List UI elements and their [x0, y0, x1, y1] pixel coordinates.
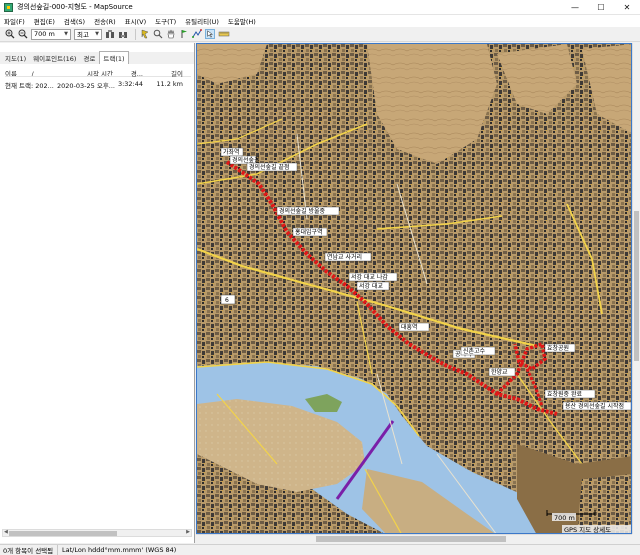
- menu-utility[interactable]: 유틸리티(U): [185, 16, 219, 26]
- track-length: 11.2 km: [156, 80, 183, 88]
- waypoint-label[interactable]: 한양교: [488, 367, 516, 377]
- close-button[interactable]: ✕: [614, 0, 640, 15]
- svg-text:한양교: 한양교: [491, 368, 508, 376]
- send-device-icon[interactable]: [118, 29, 128, 39]
- zoom-out-icon[interactable]: [18, 29, 28, 39]
- road-sign-badge: 6: [220, 294, 236, 305]
- measure-tool-icon[interactable]: [218, 29, 230, 39]
- svg-text:연남교 사거리: 연남교 사거리: [327, 253, 362, 261]
- waypoint-label[interactable]: 용산 경의선숲길 시작점: [562, 401, 631, 411]
- maximize-button[interactable]: ☐: [588, 0, 614, 15]
- waypoint-label[interactable]: 연남교 사거리: [324, 252, 372, 262]
- column-start-time[interactable]: 시작 시간: [57, 68, 115, 76]
- svg-text:서강 대교 나감: 서강 대교 나감: [351, 273, 388, 281]
- chevron-down-icon: ▼: [95, 31, 99, 37]
- waypoint-label[interactable]: 경의선숲길 끝점: [246, 162, 298, 172]
- waypoint-label[interactable]: 대흥역: [398, 322, 430, 332]
- detail-select-value: 최고: [77, 31, 89, 39]
- column-length[interactable]: 길이: [143, 68, 183, 78]
- svg-text:신촌고수: 신촌고수: [463, 347, 486, 355]
- tab-tracks[interactable]: 트랙(1): [99, 51, 129, 64]
- chevron-down-icon: ▼: [64, 31, 68, 37]
- toolbar-separator: [135, 28, 136, 40]
- data-list-panel: 지도(1) 웨이포인트(16) 경로 트랙(1) 이름 / 시작 시간 경...…: [0, 43, 195, 543]
- mapsource-app-icon: [4, 2, 13, 12]
- hand-tool-icon[interactable]: [166, 29, 176, 39]
- waypoint-label[interactable]: 효창공원: [544, 343, 576, 353]
- coordinate-format: Lat/Lon hddd°mm.mmm' (WGS 84): [62, 546, 177, 554]
- tab-routes[interactable]: 경로: [80, 52, 98, 64]
- menu-tools[interactable]: 도구(T): [155, 16, 176, 26]
- waypoint-label[interactable]: 홍대입구역: [292, 227, 328, 237]
- scroll-left-icon[interactable]: ◀: [4, 529, 8, 535]
- route-tool-icon[interactable]: [192, 29, 202, 39]
- svg-text:용산 경의선숲길 시작점: 용산 경의선숲길 시작점: [565, 402, 624, 410]
- svg-text:효창공원: 효창공원: [547, 344, 569, 352]
- list-tabs: 지도(1) 웨이포인트(16) 경로 트랙(1): [0, 51, 194, 64]
- waypoint-label[interactable]: 서강 대교 나감: [348, 272, 398, 282]
- menu-help[interactable]: 도움말(H): [228, 16, 256, 26]
- list-horizontal-scrollbar[interactable]: ◀ ▶: [2, 529, 192, 537]
- waypoint-label[interactable]: 신촌고수: [460, 346, 496, 356]
- track-name: 현재 트랙: 202...: [5, 82, 54, 89]
- topographic-map: 가좌역 경의선숲길 경의선숲길 끝점 경의선숲길 방울중 홍대입구역 연남교 사…: [197, 44, 631, 534]
- toolbar: 700 m ▼ 최고 ▼: [0, 27, 640, 42]
- scrollbar-thumb[interactable]: [634, 211, 639, 361]
- scale-select[interactable]: 700 m ▼: [31, 28, 71, 40]
- waypoint-label[interactable]: 효창원중 완료: [544, 389, 596, 399]
- menu-file[interactable]: 파일(F): [4, 16, 25, 26]
- zoom-tool-icon[interactable]: [153, 29, 163, 39]
- svg-text:경의선숲길 끝점: 경의선숲길 끝점: [249, 163, 290, 171]
- selection-tool-icon[interactable]: [140, 29, 150, 39]
- waypoint-label[interactable]: 경의선숲길 방울중: [276, 206, 340, 216]
- scroll-right-icon[interactable]: ▶: [186, 529, 190, 535]
- map-view[interactable]: 가좌역 경의선숲길 경의선숲길 끝점 경의선숲길 방울중 홍대입구역 연남교 사…: [196, 43, 632, 534]
- detail-select[interactable]: 최고 ▼: [74, 28, 102, 40]
- tab-waypoints[interactable]: 웨이포인트(16): [30, 52, 79, 64]
- waypoint-label[interactable]: 가좌역: [220, 147, 244, 157]
- window-title: 경의선숲길-000-지형도 - MapSource: [17, 3, 133, 11]
- track-start-time: 2020-03-25 오후...: [57, 82, 115, 89]
- status-bar: 0개 항목이 선택됨 Lat/Lon hddd°mm.mmm' (WGS 84): [0, 544, 640, 555]
- svg-text:경의선숲길 방울중: 경의선숲길 방울중: [279, 207, 326, 215]
- selection-status: 0개 항목이 선택됨: [0, 545, 58, 555]
- svg-text:서강 대교: 서강 대교: [359, 282, 383, 290]
- svg-text:홍대입구역: 홍대입구역: [295, 228, 323, 236]
- svg-text:6: 6: [225, 297, 229, 304]
- menu-edit[interactable]: 편집(E): [34, 16, 55, 26]
- receive-device-icon[interactable]: [105, 29, 115, 39]
- column-duration[interactable]: 경...: [115, 68, 143, 78]
- track-duration: 3:32:44: [117, 80, 143, 88]
- title-bar: 경의선숲길-000-지형도 - MapSource — ☐ ✕: [0, 0, 640, 15]
- minimize-button[interactable]: —: [562, 0, 588, 15]
- svg-text:700 m: 700 m: [554, 514, 575, 522]
- menu-transfer[interactable]: 전송(R): [94, 16, 116, 26]
- scrollbar-thumb[interactable]: [9, 531, 117, 536]
- waypoint-tool-icon[interactable]: [179, 29, 189, 39]
- map-attribution: GPS 지도 상세도: [562, 525, 631, 534]
- svg-text:대흥역: 대흥역: [401, 323, 418, 331]
- track-list-header: 이름 / 시작 시간 경... 길이: [5, 68, 191, 78]
- map-horizontal-scrollbar[interactable]: [196, 534, 632, 543]
- tab-maps[interactable]: 지도(1): [2, 52, 29, 64]
- svg-text:효창원중 완료: 효창원중 완료: [547, 390, 583, 398]
- waypoint-label[interactable]: 서강 대교: [356, 281, 390, 291]
- scale-select-value: 700 m: [34, 30, 55, 38]
- scrollbar-thumb[interactable]: [316, 536, 506, 542]
- zoom-in-icon[interactable]: [5, 29, 15, 39]
- svg-text:가좌역: 가좌역: [223, 148, 240, 156]
- menu-search[interactable]: 검색(S): [64, 16, 85, 26]
- table-row[interactable]: 현재 트랙: 202... 2020-03-25 오후... 3:32:44 1…: [5, 80, 191, 89]
- map-vertical-scrollbar[interactable]: [632, 43, 640, 534]
- svg-text:GPS 지도 상세도: GPS 지도 상세도: [564, 525, 611, 534]
- pointer-tool-icon[interactable]: [205, 29, 215, 39]
- menu-view[interactable]: 표시(V): [125, 16, 146, 26]
- column-name[interactable]: 이름 /: [5, 68, 57, 76]
- menu-bar: 파일(F) 편집(E) 검색(S) 전송(R) 표시(V) 도구(T) 유틸리티…: [0, 15, 640, 27]
